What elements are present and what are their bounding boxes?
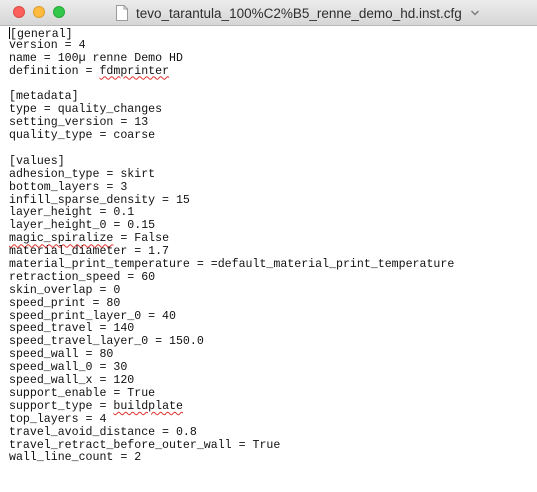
zoom-window-button[interactable] (53, 6, 65, 18)
close-window-button[interactable] (13, 6, 25, 18)
line-text: definition = (9, 64, 100, 78)
line-text: wall_line_count = 2 (9, 451, 142, 465)
text-line[interactable] (9, 143, 534, 156)
line-text: material_diameter = 1.7 (9, 245, 170, 259)
text-line[interactable] (9, 79, 534, 92)
line-text: speed_print_layer_0 = 40 (9, 309, 176, 323)
line-text: layer_height = 0.1 (9, 206, 135, 220)
line-text: version = 4 (9, 38, 86, 52)
line-text: bottom_layers = 3 (9, 180, 128, 194)
document-icon (116, 5, 128, 21)
line-text: setting_version = 13 (9, 116, 149, 130)
misspelled-word[interactable]: magic_spiralize (9, 232, 113, 245)
title-bar[interactable]: tevo_tarantula_100%C2%B5_renne_demo_hd.i… (0, 0, 537, 26)
text-line[interactable]: quality_type = coarse (9, 129, 534, 143)
window-title-group[interactable]: tevo_tarantula_100%C2%B5_renne_demo_hd.i… (115, 4, 480, 22)
line-text: infill_sparse_density = 15 (9, 193, 190, 207)
line-text: speed_wall = 80 (9, 348, 114, 362)
line-text: [metadata] (9, 90, 79, 104)
line-text: layer_height_0 = 0.15 (9, 219, 156, 233)
line-text: speed_wall_0 = 30 (9, 361, 128, 375)
line-text: retraction_speed = 60 (9, 270, 156, 284)
text-editor[interactable]: [general] version = 4 name = 100µ renne De… (0, 26, 537, 492)
chevron-down-icon[interactable] (470, 9, 480, 17)
window-title: tevo_tarantula_100%C2%B5_renne_demo_hd.i… (136, 5, 462, 21)
text-line[interactable]: definition = fdmprinter (9, 64, 534, 79)
text-line[interactable]: [general] (9, 27, 534, 41)
text-line[interactable]: wall_line_count = 2 (9, 451, 534, 465)
line-text: speed_print = 80 (9, 296, 121, 310)
line-text: quality_type = coarse (9, 129, 156, 143)
line-text: support_enable = True (9, 386, 156, 400)
line-text: top_layers = 4 (9, 412, 107, 426)
text-editor-window: tevo_tarantula_100%C2%B5_renne_demo_hd.i… (0, 0, 537, 492)
line-text: material_print_temperature = =default_ma… (9, 258, 455, 272)
line-text: support_type = (9, 399, 114, 413)
minimize-window-button[interactable] (33, 6, 45, 18)
line-text: [values] (9, 154, 65, 168)
line-text: skin_overlap = 0 (9, 283, 121, 297)
line-text: speed_travel_layer_0 = 150.0 (9, 335, 204, 349)
line-text: name = 100µ renne Demo HD (9, 51, 183, 65)
line-text: speed_wall_x = 120 (9, 374, 135, 388)
left-gutter (0, 26, 6, 492)
line-text: speed_travel = 140 (9, 322, 135, 336)
line-text: type = quality_changes (9, 103, 163, 117)
line-text: adhesion_type = skirt (9, 167, 156, 181)
misspelled-word[interactable]: buildplate (113, 400, 183, 413)
document-text[interactable]: [general] version = 4 name = 100µ renne De… (9, 27, 534, 465)
line-text: travel_avoid_distance = 0.8 (9, 425, 197, 439)
line-text: = False (113, 232, 170, 246)
misspelled-word[interactable]: fdmprinter (99, 65, 169, 78)
line-text: travel_retract_before_outer_wall = True (9, 438, 281, 452)
